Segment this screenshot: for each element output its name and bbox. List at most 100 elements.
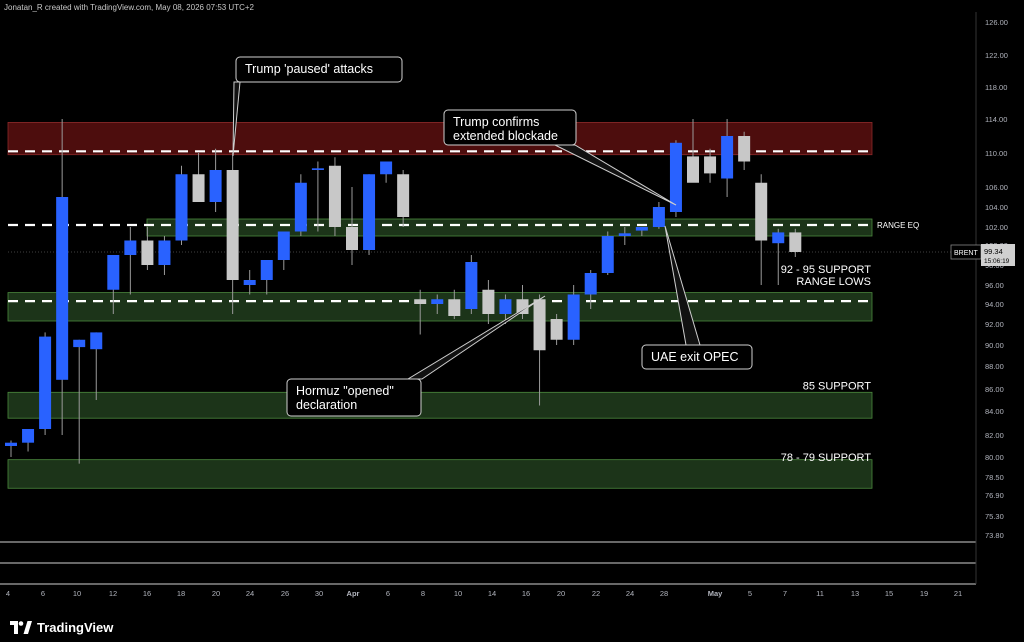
candle bbox=[39, 332, 52, 435]
candle-body bbox=[209, 170, 222, 202]
y-tick-label: 106.00 bbox=[985, 183, 1008, 192]
footer: TradingView bbox=[0, 608, 1024, 642]
x-tick-label: 19 bbox=[920, 589, 928, 598]
candle-body bbox=[277, 231, 290, 260]
candle bbox=[175, 165, 188, 245]
candle-body bbox=[192, 174, 205, 202]
x-tick-label: 16 bbox=[522, 589, 530, 598]
candle-body bbox=[704, 156, 717, 174]
candle-body bbox=[687, 156, 699, 183]
zone-label: 85 SUPPORT bbox=[803, 381, 872, 393]
price-chart[interactable]: Trump 'paused' attacks Trump confirmsexte… bbox=[0, 0, 1024, 608]
candle-body bbox=[124, 240, 137, 255]
callout-text: Trump 'paused' attacks bbox=[245, 62, 373, 76]
x-tick-label: 7 bbox=[783, 589, 787, 598]
callout-text: Trump confirms bbox=[453, 115, 539, 129]
y-tick-label: 82.00 bbox=[985, 431, 1004, 440]
candle-body bbox=[414, 299, 427, 304]
brand-name: TradingView bbox=[37, 620, 114, 635]
x-tick-label: 5 bbox=[748, 589, 752, 598]
x-tick-label: 8 bbox=[421, 589, 425, 598]
candle-body bbox=[56, 197, 69, 380]
x-tick-label: 28 bbox=[660, 589, 668, 598]
candle bbox=[669, 140, 682, 217]
y-tick-label: 86.00 bbox=[985, 385, 1004, 394]
callout-text: UAE exit OPEC bbox=[651, 350, 739, 364]
candle-body bbox=[567, 294, 580, 340]
candle-body bbox=[465, 262, 478, 309]
support-zone bbox=[7, 459, 873, 489]
tradingview-logo-icon bbox=[10, 621, 32, 634]
x-tick-label: 12 bbox=[109, 589, 117, 598]
y-tick-label: 90.00 bbox=[985, 341, 1004, 350]
candle-body bbox=[669, 142, 682, 212]
candle-body bbox=[73, 339, 86, 348]
candle-body bbox=[618, 233, 631, 236]
candle-body bbox=[550, 319, 563, 340]
candle-body bbox=[107, 255, 120, 290]
y-tick-label: 122.00 bbox=[985, 51, 1008, 60]
y-tick-label: 96.00 bbox=[985, 281, 1004, 290]
y-tick-label: 114.00 bbox=[985, 115, 1007, 124]
last-price: 99.34 bbox=[984, 247, 1003, 256]
y-tick-label: 104.00 bbox=[985, 203, 1008, 212]
zone-label: 78 - 79 SUPPORT bbox=[781, 452, 872, 464]
x-tick-label: 10 bbox=[454, 589, 462, 598]
y-tick-label: 88.00 bbox=[985, 362, 1004, 371]
candle-body bbox=[328, 165, 341, 227]
candle-body bbox=[39, 336, 52, 429]
x-tick-label: 6 bbox=[386, 589, 390, 598]
candle-body bbox=[738, 136, 751, 162]
candle bbox=[294, 174, 307, 236]
zone-label: RANGE EQ bbox=[877, 221, 919, 230]
y-tick-label: 126.00 bbox=[985, 18, 1008, 27]
x-tick-label: 6 bbox=[41, 589, 45, 598]
candle-body bbox=[158, 240, 171, 265]
candle-body bbox=[772, 232, 785, 244]
candle bbox=[465, 255, 478, 314]
candle-body bbox=[397, 174, 410, 217]
y-tick-label: 84.00 bbox=[985, 407, 1004, 416]
support-zone bbox=[7, 292, 873, 322]
y-tick-label: 76.90 bbox=[985, 491, 1004, 500]
x-tick-label: 4 bbox=[6, 589, 10, 598]
x-tick-label: 24 bbox=[626, 589, 634, 598]
y-tick-label: 92.00 bbox=[985, 320, 1004, 329]
x-tick-label: 22 bbox=[592, 589, 600, 598]
candle-body bbox=[260, 260, 273, 280]
y-tick-label: 118.00 bbox=[985, 83, 1007, 92]
candle bbox=[363, 174, 376, 255]
y-tick-label: 73.80 bbox=[985, 531, 1004, 540]
callout-text: declaration bbox=[296, 398, 357, 412]
x-tick-label: 26 bbox=[281, 589, 289, 598]
candle-body bbox=[380, 161, 393, 175]
candle-body bbox=[755, 182, 768, 241]
candle-body bbox=[482, 289, 495, 314]
y-tick-label: 80.00 bbox=[985, 453, 1004, 462]
candle-body bbox=[431, 299, 444, 304]
x-tick-label: May bbox=[708, 589, 723, 598]
zone-label: 92 - 95 SUPPORT bbox=[781, 264, 872, 276]
chart-header: Jonatan_R created with TradingView.com, … bbox=[4, 3, 254, 12]
candle-body bbox=[294, 182, 307, 232]
brand[interactable]: TradingView bbox=[10, 620, 113, 635]
candle-body bbox=[243, 280, 256, 285]
candle-body bbox=[22, 429, 35, 443]
x-tick-label: 13 bbox=[851, 589, 859, 598]
support-zone bbox=[7, 391, 873, 419]
x-tick-label: 30 bbox=[315, 589, 323, 598]
candle-body bbox=[721, 136, 734, 179]
candle bbox=[328, 157, 341, 236]
callout-text: Hormuz "opened" bbox=[296, 384, 394, 398]
candle-body bbox=[789, 232, 802, 252]
callout-text: extended blockade bbox=[453, 129, 558, 143]
x-tick-label: 15 bbox=[885, 589, 893, 598]
x-tick-label: 10 bbox=[73, 589, 81, 598]
candle-body bbox=[635, 227, 648, 231]
candle-body bbox=[226, 170, 239, 280]
candle-body bbox=[601, 236, 614, 273]
candle-body bbox=[652, 207, 665, 227]
bar-countdown: 15:06:19 bbox=[984, 258, 1010, 265]
y-tick-label: 78.50 bbox=[985, 473, 1004, 482]
symbol-tag: BRENT bbox=[954, 250, 978, 257]
